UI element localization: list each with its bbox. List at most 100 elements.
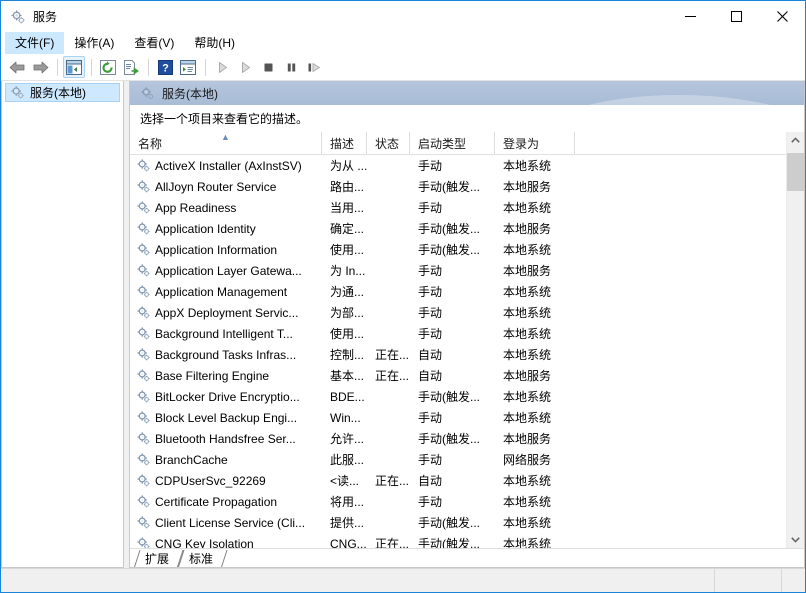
back-arrow-icon[interactable] bbox=[6, 56, 28, 78]
cell-startup-type-text: 手动(触发... bbox=[418, 180, 480, 194]
view-tabs: 扩展 标准 bbox=[130, 548, 804, 567]
column-header-log-on-as[interactable]: 登录为 bbox=[495, 132, 575, 154]
menu-help[interactable]: 帮助(H) bbox=[184, 32, 245, 54]
table-row[interactable]: CNG Key Isolation CNG... 正在... 手动(触发... 本地系统 bbox=[130, 533, 786, 548]
cell-description: 为 In... bbox=[322, 262, 367, 279]
service-gear-icon bbox=[136, 242, 151, 257]
table-row[interactable]: App Readiness 当用... 手动 本地系统 bbox=[130, 197, 786, 218]
services-list-scrollbar[interactable] bbox=[786, 132, 804, 548]
properties-icon[interactable] bbox=[177, 56, 199, 78]
column-header-row: 名称 ▲ 描述 状态 启动类型 登录为 bbox=[130, 132, 786, 155]
start-service-icon[interactable] bbox=[211, 56, 233, 78]
show-hide-console-tree-icon[interactable] bbox=[63, 56, 85, 78]
cell-log-on-as: 本地系统 bbox=[495, 325, 575, 342]
service-gear-icon bbox=[136, 452, 151, 467]
services-list-body: 名称 ▲ 描述 状态 启动类型 登录为 ActiveX Installer (A… bbox=[130, 132, 786, 548]
table-row[interactable]: Bluetooth Handsfree Ser... 允许... 手动(触发... 本… bbox=[130, 428, 786, 449]
cell-service-name: AllJoyn Router Service bbox=[130, 179, 322, 194]
cell-log-on-as: 本地系统 bbox=[495, 388, 575, 405]
cell-description-text: Win... bbox=[330, 410, 361, 425]
resume-service-icon[interactable] bbox=[234, 56, 256, 78]
cell-log-on-as-text: 本地系统 bbox=[503, 243, 552, 257]
cell-startup-type-text: 手动(触发... bbox=[418, 243, 480, 257]
menu-view-label: 查看(V) bbox=[134, 36, 175, 50]
table-row[interactable]: AppX Deployment Servic... 为部... 手动 本地系统 bbox=[130, 302, 786, 323]
menu-action[interactable]: 操作(A) bbox=[64, 32, 124, 54]
column-header-status[interactable]: 状态 bbox=[367, 132, 410, 154]
table-row[interactable]: Background Tasks Infras... 控制... 正在... 自动 本地… bbox=[130, 344, 786, 365]
table-row[interactable]: BranchCache 此服... 手动 网络服务 bbox=[130, 449, 786, 470]
column-header-startup-type[interactable]: 启动类型 bbox=[410, 132, 495, 154]
status-bar bbox=[1, 568, 805, 592]
table-row[interactable]: Client License Service (Cli... 提供... 手动(触发… bbox=[130, 512, 786, 533]
cell-log-on-as-text: 本地系统 bbox=[503, 306, 552, 320]
column-header-spare[interactable] bbox=[575, 132, 786, 154]
table-row[interactable]: Application Management 为通... 手动 本地系统 bbox=[130, 281, 786, 302]
forward-arrow-icon[interactable] bbox=[29, 56, 51, 78]
service-gear-icon bbox=[136, 431, 151, 446]
minimize-button[interactable] bbox=[667, 1, 713, 32]
cell-startup-type: 手动(触发... bbox=[410, 220, 495, 237]
cell-description-text: 使用... bbox=[330, 327, 365, 341]
stop-service-icon[interactable] bbox=[257, 56, 279, 78]
cell-log-on-as-text: 本地系统 bbox=[503, 327, 552, 341]
cell-service-name: Certificate Propagation bbox=[130, 494, 322, 509]
column-header-name[interactable]: 名称 ▲ bbox=[130, 132, 322, 154]
close-button[interactable] bbox=[759, 1, 805, 32]
cell-log-on-as: 本地服务 bbox=[495, 367, 575, 384]
tab-standard[interactable]: 标准 bbox=[178, 550, 228, 567]
cell-service-name-text: ActiveX Installer (AxInstSV) bbox=[155, 158, 302, 173]
status-pane-main bbox=[1, 569, 714, 592]
cell-description-text: 确定... bbox=[330, 222, 365, 236]
scroll-up-button[interactable] bbox=[787, 132, 804, 149]
scrollbar-track[interactable] bbox=[787, 149, 804, 531]
tree-node-services-local[interactable]: 服务(本地) bbox=[5, 83, 120, 102]
scroll-down-button[interactable] bbox=[787, 531, 804, 548]
cell-description: 为通... bbox=[322, 283, 367, 300]
table-row[interactable]: Application Identity 确定... 手动(触发... 本地服务 bbox=[130, 218, 786, 239]
table-row[interactable]: Certificate Propagation 将用... 手动 本地系统 bbox=[130, 491, 786, 512]
help-icon[interactable]: ? bbox=[154, 56, 176, 78]
content-area: 服务(本地) 服务(本地) 选择一个项目来查看它的描述。 名称 ▲ 描述 状态 … bbox=[1, 81, 805, 568]
tree-node-label: 服务(本地) bbox=[30, 86, 86, 100]
cell-description: 为从 ... bbox=[322, 157, 367, 174]
cell-service-name: ActiveX Installer (AxInstSV) bbox=[130, 158, 322, 173]
tab-extended[interactable]: 扩展 bbox=[134, 550, 184, 567]
cell-description-text: 将用... bbox=[330, 495, 365, 509]
cell-service-name-text: CDPUserSvc_92269 bbox=[155, 473, 266, 488]
table-row[interactable]: AllJoyn Router Service 路由... 手动(触发... 本地服务 bbox=[130, 176, 786, 197]
table-row[interactable]: Application Information 使用... 手动(触发... 本地系统 bbox=[130, 239, 786, 260]
cell-service-name-text: Application Identity bbox=[155, 221, 256, 236]
cell-description: 将用... bbox=[322, 493, 367, 510]
cell-description-text: <读... bbox=[330, 474, 360, 488]
table-row[interactable]: Background Intelligent T... 使用... 手动 本地系统 bbox=[130, 323, 786, 344]
cell-startup-type-text: 手动 bbox=[418, 495, 443, 509]
scrollbar-thumb[interactable] bbox=[787, 152, 804, 191]
service-rows[interactable]: ActiveX Installer (AxInstSV) 为从 ... 手动 本地系统… bbox=[130, 155, 786, 548]
restart-service-icon[interactable] bbox=[303, 56, 325, 78]
menu-view[interactable]: 查看(V) bbox=[124, 32, 184, 54]
table-row[interactable]: Application Layer Gatewa... 为 In... 手动 本地服务 bbox=[130, 260, 786, 281]
export-list-icon[interactable] bbox=[120, 56, 142, 78]
cell-description: 确定... bbox=[322, 220, 367, 237]
column-header-description[interactable]: 描述 bbox=[322, 132, 367, 154]
cell-service-name-text: Application Layer Gatewa... bbox=[155, 263, 302, 278]
table-row[interactable]: BitLocker Drive Encryptio... BDE... 手动(触发.… bbox=[130, 386, 786, 407]
status-pane-tertiary bbox=[781, 569, 805, 592]
cell-startup-type-text: 手动(触发... bbox=[418, 516, 480, 530]
results-pane: 服务(本地) 选择一个项目来查看它的描述。 名称 ▲ 描述 状态 启动类型 登录… bbox=[129, 81, 805, 568]
menu-file-label: 文件(F) bbox=[15, 36, 55, 50]
refresh-icon[interactable] bbox=[97, 56, 119, 78]
maximize-button[interactable] bbox=[713, 1, 759, 32]
cell-service-name: Application Management bbox=[130, 284, 322, 299]
pause-service-icon[interactable] bbox=[280, 56, 302, 78]
menu-file[interactable]: 文件(F) bbox=[5, 32, 65, 54]
table-row[interactable]: Base Filtering Engine 基本... 正在... 自动 本地服务 bbox=[130, 365, 786, 386]
table-row[interactable]: CDPUserSvc_92269 <读... 正在... 自动 本地系统 bbox=[130, 470, 786, 491]
cell-startup-type: 自动 bbox=[410, 346, 495, 363]
table-row[interactable]: Block Level Backup Engi... Win... 手动 本地系统 bbox=[130, 407, 786, 428]
cell-startup-type-text: 自动 bbox=[418, 348, 443, 362]
cell-startup-type-text: 手动 bbox=[418, 306, 443, 320]
table-row[interactable]: ActiveX Installer (AxInstSV) 为从 ... 手动 本地系统 bbox=[130, 155, 786, 176]
cell-description: 基本... bbox=[322, 367, 367, 384]
